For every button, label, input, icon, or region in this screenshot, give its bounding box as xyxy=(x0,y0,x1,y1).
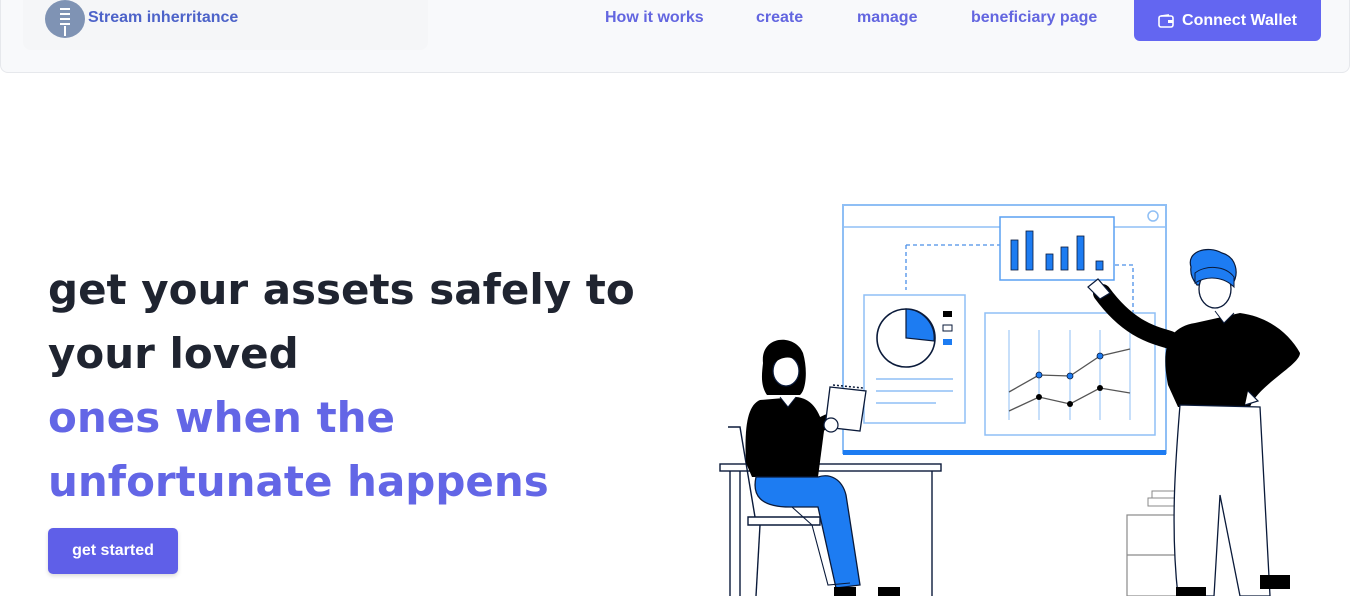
people-analyzing-dashboard-illustration xyxy=(719,204,1300,596)
top-navbar: Stream inherritance How it works create … xyxy=(0,0,1350,73)
bar-chart-card xyxy=(999,216,1115,281)
connect-wallet-button[interactable]: Connect Wallet xyxy=(1134,0,1321,41)
tower-logo-icon[interactable] xyxy=(45,0,85,38)
nav-link-manage[interactable]: manage xyxy=(857,9,917,27)
nav-link-create[interactable]: create xyxy=(756,9,803,27)
brand-name[interactable]: Stream inherritance xyxy=(88,9,238,27)
connect-wallet-label: Connect Wallet xyxy=(1182,11,1297,29)
headline-line-2: your loved xyxy=(48,329,299,378)
headline-line-3: ones when the xyxy=(48,393,396,442)
pie-chart-card xyxy=(863,294,966,424)
wallet-icon xyxy=(1158,13,1174,28)
get-started-button[interactable]: get started xyxy=(48,528,178,574)
headline-line-1: get your assets safely to xyxy=(48,265,635,314)
hero-headline: get your assets safely to your loved one… xyxy=(48,258,668,514)
headline-line-4: unfortunate happens xyxy=(48,457,549,506)
nav-link-beneficiary-page[interactable]: beneficiary page xyxy=(971,9,1097,27)
nav-link-how-it-works[interactable]: How it works xyxy=(605,9,704,27)
